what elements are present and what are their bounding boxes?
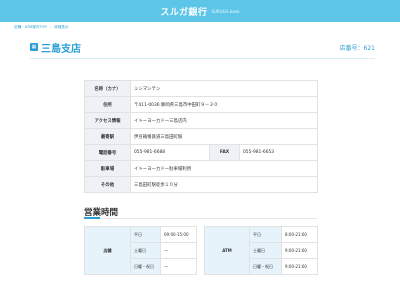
title-row: ▦ 三島支店 店番号：621: [30, 40, 375, 55]
table-row: 駐車場 イトーヨーカドー駐車場利用: [84, 160, 319, 177]
store-hours-table: 店舗 平日 09:00-15:00 土曜日 ー 日曜・祝日 ー: [84, 226, 197, 275]
info-label: FAX: [209, 144, 240, 161]
brand-logo[interactable]: スルガ銀行: [160, 5, 207, 18]
title-divider: [30, 58, 375, 59]
hours-day: 日曜・祝日: [130, 258, 161, 275]
info-label: 名称（カナ）: [84, 80, 131, 97]
atm-hours-table: ATM 平日 8:00-21:00 土曜日 9:00-21:00 日曜・祝日 9…: [204, 226, 318, 275]
breadcrumb-current: 詳細表示: [54, 25, 69, 29]
info-label: 駐車場: [84, 160, 131, 177]
table-row: 住所 〒411-0036 静岡県三島市中田町９－３０: [84, 96, 319, 113]
section-accent-bar: [84, 217, 100, 219]
hours-time: 8:00-21:00: [281, 226, 318, 243]
hours-category: 店舗: [84, 226, 131, 275]
branch-info-table: 名称（カナ） ミシマシテン 住所 〒411-0036 静岡県三島市中田町９－３０…: [84, 80, 319, 193]
hours-day: 土曜日: [130, 242, 161, 259]
info-label: アクセス情報: [84, 112, 131, 129]
info-label: 電話番号: [84, 144, 131, 161]
hours-day: 土曜日: [249, 242, 282, 259]
breadcrumb-separator: ›: [49, 25, 52, 29]
info-value: 三島田町駅徒歩１０分: [129, 176, 319, 193]
store-number: 店番号：621: [339, 44, 375, 52]
info-value: 伊豆箱根鉄道三島田町駅: [129, 128, 319, 145]
hours-category: ATM: [204, 226, 250, 275]
table-row: 最寄駅 伊豆箱根鉄道三島田町駅: [84, 128, 319, 145]
hours-time: 9:00-21:00: [281, 242, 318, 259]
hours-day: 日曜・祝日: [249, 258, 282, 275]
table-row: 電話番号 055-981-6688 FAX 055-981-6653: [84, 144, 319, 161]
hours-time: 09:00-15:00: [160, 226, 197, 243]
info-value: イトーヨーカドー駐車場利用: [129, 160, 319, 177]
info-label: その他: [84, 176, 131, 193]
site-header: スルガ銀行 SURUGA bank: [0, 0, 400, 22]
table-row: その他 三島田町駅徒歩１０分: [84, 176, 319, 193]
hours-time: 9:00-21:00: [281, 258, 318, 275]
table-row: ATM 平日 8:00-21:00: [204, 226, 318, 275]
info-label: 最寄駅: [84, 128, 131, 145]
info-value: ミシマシテン: [129, 80, 319, 97]
info-label: 住所: [84, 96, 131, 113]
table-row: アクセス情報 イトーヨーカドー三島店内: [84, 112, 319, 129]
info-value: イトーヨーカドー三島店内: [129, 112, 319, 129]
section-divider: [84, 218, 317, 219]
brand-sub: SURUGA bank: [211, 8, 240, 14]
breadcrumb: 店舗・ATM案内TOP › 詳細表示: [14, 25, 68, 30]
hours-time: ー: [160, 258, 197, 275]
hours-day: 平日: [249, 226, 282, 243]
hours-day: 平日: [130, 226, 161, 243]
hours-time: ー: [160, 242, 197, 259]
table-row: 名称（カナ） ミシマシテン: [84, 80, 319, 97]
breadcrumb-link-top[interactable]: 店舗・ATM案内TOP: [14, 25, 47, 30]
title-group: ▦ 三島支店: [30, 40, 81, 55]
info-value: 〒411-0036 静岡県三島市中田町９－３０: [129, 96, 319, 113]
phone-number[interactable]: 055-981-6688: [130, 144, 210, 161]
page-title: 三島支店: [41, 43, 81, 55]
table-row: 店舗 平日 09:00-15:00: [84, 226, 197, 275]
bank-building-icon: ▦: [30, 43, 38, 51]
fax-number: 055-981-6653: [238, 144, 319, 161]
